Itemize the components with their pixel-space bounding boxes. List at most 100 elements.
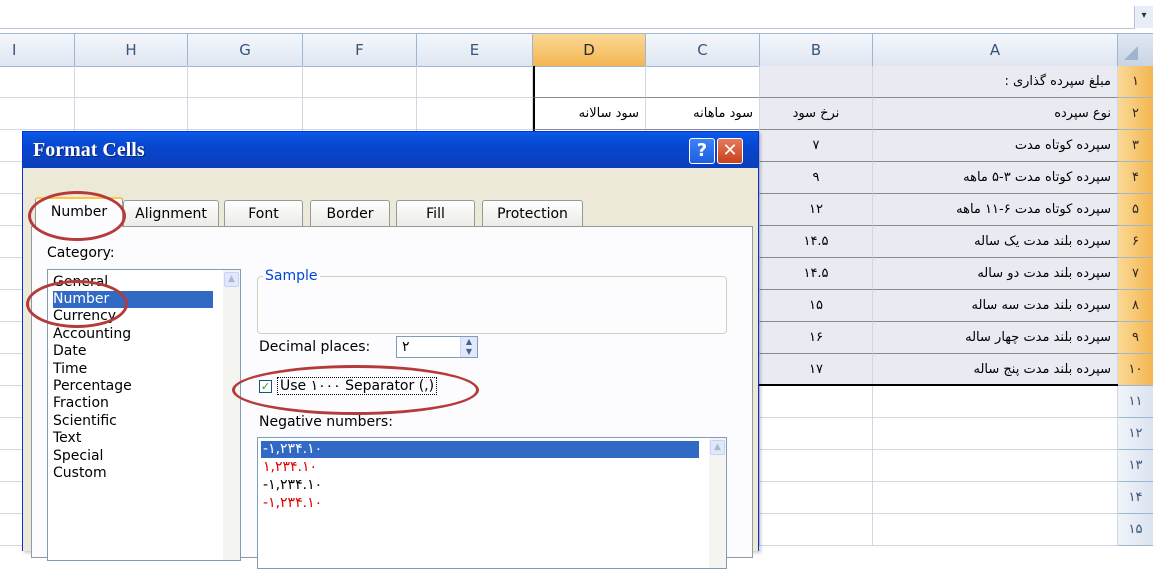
row-header[interactable]: ٢ bbox=[1118, 98, 1153, 130]
cell-B[interactable] bbox=[760, 450, 873, 482]
cell-A[interactable]: سپرده بلند مدت یک ساله bbox=[873, 226, 1118, 258]
cell-A[interactable]: سپرده بلند مدت پنج ساله bbox=[873, 354, 1118, 386]
cell-A[interactable]: سپرده بلند مدت سه ساله bbox=[873, 290, 1118, 322]
row-header[interactable]: ١۵ bbox=[1118, 514, 1153, 546]
help-button[interactable]: ? bbox=[689, 138, 715, 164]
cell-empty[interactable] bbox=[0, 98, 75, 130]
row-header[interactable]: ٩ bbox=[1118, 322, 1153, 354]
cell-C[interactable]: سود ماهانه bbox=[646, 98, 760, 130]
negative-number-option[interactable]: -١,٢٣۴.١٠ bbox=[261, 477, 699, 494]
negative-number-option[interactable]: ١,٢٣۴.١٠ bbox=[261, 459, 699, 476]
category-scrollbar[interactable]: ▲ bbox=[223, 270, 240, 560]
column-header-D[interactable]: D bbox=[533, 34, 646, 66]
cell-A[interactable] bbox=[873, 482, 1118, 514]
cell-B[interactable] bbox=[760, 418, 873, 450]
cell-A[interactable]: سپرده کوتاه مدت ۶-١١ ماهه bbox=[873, 194, 1118, 226]
category-item[interactable]: Percentage bbox=[53, 378, 213, 395]
cell-A[interactable]: سپرده کوتاه مدت ٣-۵ ماهه bbox=[873, 162, 1118, 194]
cell-A[interactable]: مبلغ سپرده گذاری : bbox=[873, 66, 1118, 98]
category-item[interactable]: Time bbox=[53, 361, 213, 378]
category-item[interactable]: General bbox=[53, 274, 213, 291]
cell-empty[interactable] bbox=[417, 66, 533, 98]
row-header[interactable]: ١٢ bbox=[1118, 418, 1153, 450]
row-header[interactable]: ٣ bbox=[1118, 130, 1153, 162]
negative-numbers-scrollbar[interactable]: ▲ bbox=[709, 438, 726, 568]
category-list[interactable]: ▲ General Number Currency Accounting Date Tim… bbox=[47, 269, 241, 561]
decimal-places-stepper[interactable]: ٢ ▲ ▼ bbox=[396, 336, 478, 358]
cell-empty[interactable] bbox=[188, 98, 303, 130]
tab-font[interactable]: Font bbox=[224, 200, 303, 226]
row-header[interactable]: ١١ bbox=[1118, 386, 1153, 418]
column-header-B[interactable]: B bbox=[760, 34, 873, 66]
category-item[interactable]: Date bbox=[53, 343, 213, 360]
cell-B[interactable]: ٧ bbox=[760, 130, 873, 162]
cell-A[interactable]: سپرده بلند مدت چهار ساله bbox=[873, 322, 1118, 354]
category-item[interactable]: Accounting bbox=[53, 326, 213, 343]
cell-B[interactable]: ١٢ bbox=[760, 194, 873, 226]
separator-checkbox[interactable]: ✓ bbox=[259, 380, 272, 393]
column-header-H[interactable]: H bbox=[75, 34, 188, 66]
column-header-F[interactable]: F bbox=[303, 34, 417, 66]
negative-numbers-list[interactable]: ▲ -١,٢٣۴.١٠ ١,٢٣۴.١٠ -١,٢٣۴.١٠ -١,٢٣۴.١٠ bbox=[257, 437, 727, 569]
cell-B[interactable]: ١۴.۵ bbox=[760, 258, 873, 290]
cell-empty[interactable] bbox=[75, 98, 188, 130]
column-header-A[interactable]: A bbox=[873, 34, 1118, 66]
cell-empty[interactable] bbox=[303, 98, 417, 130]
tab-number[interactable]: Number bbox=[35, 197, 123, 227]
cell-B[interactable]: ١۴.۵ bbox=[760, 226, 873, 258]
cell-B[interactable]: ٩ bbox=[760, 162, 873, 194]
cell-A[interactable] bbox=[873, 450, 1118, 482]
row-header[interactable]: ٨ bbox=[1118, 290, 1153, 322]
column-header-G[interactable]: G bbox=[188, 34, 303, 66]
cell-B[interactable]: ١۵ bbox=[760, 290, 873, 322]
tab-fill[interactable]: Fill bbox=[396, 200, 475, 226]
tab-alignment[interactable]: Alignment bbox=[123, 200, 219, 226]
category-item[interactable]: Currency bbox=[53, 308, 213, 325]
select-all-corner[interactable] bbox=[1118, 34, 1153, 66]
spin-arrows-icon[interactable]: ▲ ▼ bbox=[460, 337, 477, 357]
tab-protection[interactable]: Protection bbox=[482, 200, 583, 226]
row-header[interactable]: ١٣ bbox=[1118, 450, 1153, 482]
cell-D[interactable]: سود سالانه bbox=[533, 98, 646, 130]
cell-A[interactable]: سپرده کوتاه مدت bbox=[873, 130, 1118, 162]
cell-A[interactable] bbox=[873, 386, 1118, 418]
category-item[interactable]: Fraction bbox=[53, 395, 213, 412]
row-header[interactable]: ١۴ bbox=[1118, 482, 1153, 514]
cell-empty[interactable] bbox=[0, 66, 75, 98]
category-item[interactable]: Scientific bbox=[53, 413, 213, 430]
tab-border[interactable]: Border bbox=[310, 200, 390, 226]
scroll-up-icon[interactable]: ▲ bbox=[224, 272, 239, 287]
cell-A[interactable] bbox=[873, 418, 1118, 450]
category-item[interactable]: Number bbox=[53, 291, 213, 308]
dialog-titlebar[interactable]: Format Cells ? ✕ bbox=[23, 132, 758, 168]
cell-A[interactable]: نوع سپرده bbox=[873, 98, 1118, 130]
cell-B[interactable]: نرخ سود bbox=[760, 98, 873, 130]
row-header[interactable]: ١٠ bbox=[1118, 354, 1153, 386]
cell-B[interactable]: ١٧ bbox=[760, 354, 873, 386]
cell-A[interactable] bbox=[873, 514, 1118, 546]
negative-number-option[interactable]: -١,٢٣۴.١٠ bbox=[261, 441, 699, 458]
column-header-E[interactable]: E bbox=[417, 34, 533, 66]
row-header[interactable]: ١ bbox=[1118, 66, 1153, 98]
cell-D[interactable] bbox=[533, 66, 646, 98]
column-header-I[interactable]: I bbox=[0, 34, 75, 66]
column-header-C[interactable]: C bbox=[646, 34, 760, 66]
scroll-up-icon[interactable]: ▲ bbox=[710, 440, 725, 455]
cell-empty[interactable] bbox=[303, 66, 417, 98]
cell-empty[interactable] bbox=[188, 66, 303, 98]
expand-formula-bar-button[interactable]: ▾ bbox=[1134, 6, 1153, 28]
cell-B[interactable] bbox=[760, 66, 873, 98]
close-button[interactable]: ✕ bbox=[717, 138, 743, 164]
cell-B[interactable]: ١۶ bbox=[760, 322, 873, 354]
cell-A[interactable]: سپرده بلند مدت دو ساله bbox=[873, 258, 1118, 290]
cell-C[interactable] bbox=[646, 66, 760, 98]
category-item[interactable]: Custom bbox=[53, 465, 213, 482]
cell-B[interactable] bbox=[760, 482, 873, 514]
separator-label[interactable]: Use ١٠٠٠ Separator (,) bbox=[277, 377, 438, 395]
row-header[interactable]: ۵ bbox=[1118, 194, 1153, 226]
cell-B[interactable] bbox=[760, 514, 873, 546]
row-header[interactable]: ۶ bbox=[1118, 226, 1153, 258]
row-header[interactable]: ۴ bbox=[1118, 162, 1153, 194]
category-item[interactable]: Special bbox=[53, 448, 213, 465]
row-header[interactable]: ٧ bbox=[1118, 258, 1153, 290]
